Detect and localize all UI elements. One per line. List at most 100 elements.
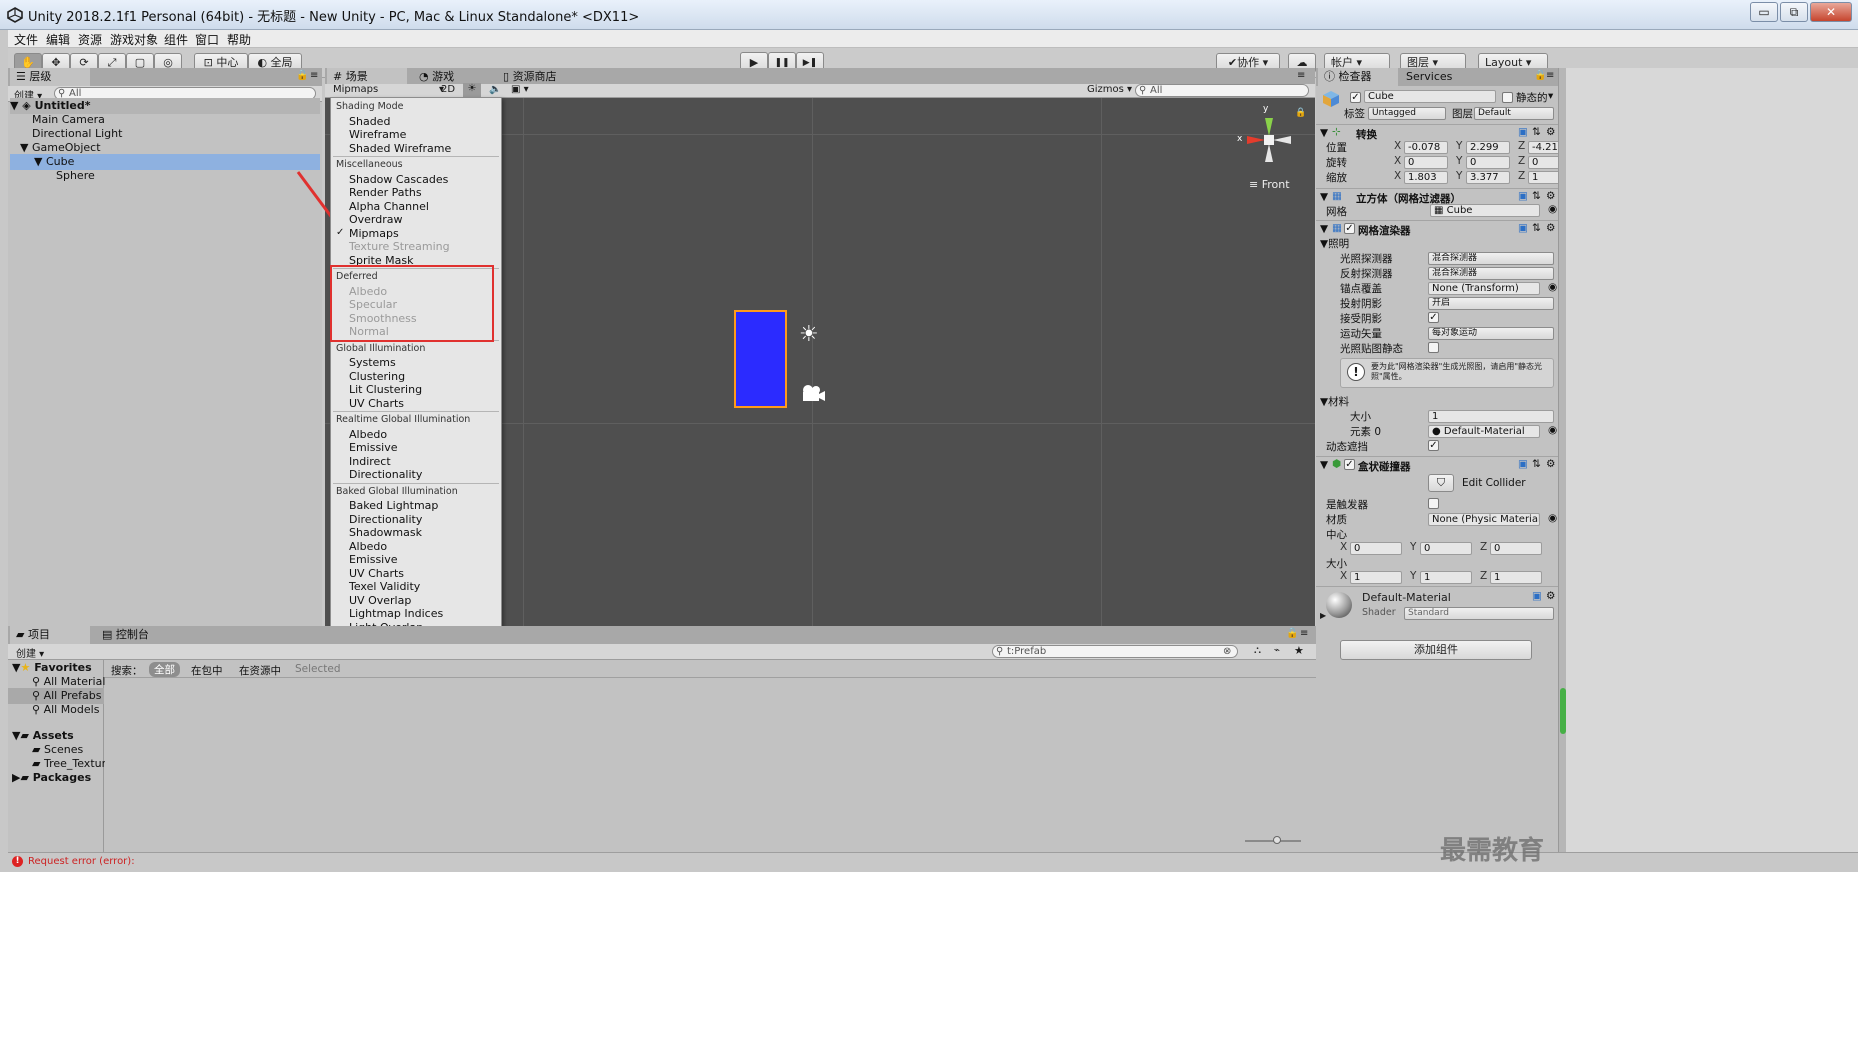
project-content[interactable]: 搜索： 全部 在包中 在资源中 Selected xyxy=(105,660,1316,852)
receive-shadows-checkbox[interactable]: ✓ xyxy=(1428,312,1439,323)
expand-arrow-icon[interactable]: ▶ xyxy=(1320,611,1326,620)
gear-icon[interactable]: ⚙ xyxy=(1546,190,1555,202)
physic-material-field[interactable]: None (Physic Material) xyxy=(1428,513,1540,526)
layer-dropdown[interactable]: Default xyxy=(1474,107,1554,120)
tab-console[interactable]: ▤ 控制台 xyxy=(96,626,166,644)
preset-icon[interactable]: ⇅ xyxy=(1532,190,1541,202)
menu-item-emissive[interactable]: Emissive xyxy=(349,553,398,566)
menu-item-shaded-wireframe[interactable]: Shaded Wireframe xyxy=(349,142,451,155)
is-trigger-checkbox[interactable] xyxy=(1428,498,1439,509)
object-picker-icon[interactable]: ◉ xyxy=(1548,424,1557,436)
lock-icon[interactable]: 🔒 xyxy=(1286,628,1298,639)
status-error-text[interactable]: Request error (error): xyxy=(28,856,135,867)
mesh-renderer-header[interactable]: ▼ ▦ ✓ 网格渲染器 ▣ ⇅ ⚙ xyxy=(1316,220,1558,237)
lighting-foldout[interactable]: ▼照明 xyxy=(1320,236,1349,251)
tab-inspector[interactable]: ⓘ 检查器 xyxy=(1318,68,1398,86)
position-y-field[interactable]: 2.299 xyxy=(1466,141,1510,154)
lock-icon[interactable]: 🔒 xyxy=(1534,70,1546,81)
collider-center-x-field[interactable]: 0 xyxy=(1350,542,1402,555)
scene-search[interactable]: ⚲ All xyxy=(1135,84,1309,97)
menu-item-shaded[interactable]: Shaded xyxy=(349,115,390,128)
menu-edit[interactable]: 编辑 xyxy=(46,31,70,48)
help-icon[interactable]: ▣ xyxy=(1518,126,1528,138)
scope-all[interactable]: 全部 xyxy=(149,662,180,677)
menu-item-albedo[interactable]: Albedo xyxy=(349,428,387,441)
favorite-star-icon[interactable]: ★ xyxy=(1294,644,1304,657)
scale-y-field[interactable]: 3.377 xyxy=(1466,171,1510,184)
panel-menu-icon[interactable]: ≡ xyxy=(1546,70,1554,81)
cube-object[interactable] xyxy=(734,310,787,408)
menu-item-texel-validity[interactable]: Texel Validity xyxy=(349,580,420,593)
box-collider-header[interactable]: ▼ ⬢ ✓ 盒状碰撞器 ▣ ⇅ ⚙ xyxy=(1316,456,1558,473)
scope-in-assets[interactable]: 在资源中 xyxy=(239,663,281,678)
help-icon[interactable]: ▣ xyxy=(1518,222,1528,234)
menu-help[interactable]: 帮助 xyxy=(227,31,251,48)
help-icon[interactable]: ▣ xyxy=(1518,458,1528,470)
menu-item-shadow-cascades[interactable]: Shadow Cascades xyxy=(349,173,448,186)
error-icon[interactable]: ! xyxy=(12,856,23,867)
menu-item-uv-overlap[interactable]: UV Overlap xyxy=(349,594,411,607)
menu-item-clustering[interactable]: Clustering xyxy=(349,370,405,383)
menu-window[interactable]: 窗口 xyxy=(195,31,219,48)
collider-center-y-field[interactable]: 0 xyxy=(1420,542,1472,555)
lock-icon[interactable]: 🔒 xyxy=(1295,108,1306,118)
object-name-field[interactable]: Cube xyxy=(1364,90,1496,103)
dropdown-arrow-icon[interactable]: ▾ xyxy=(1548,90,1553,102)
tab-hierarchy[interactable]: ☰ 层级 xyxy=(10,68,90,86)
toggle-2d-button[interactable]: 2D xyxy=(441,84,455,95)
camera-gizmo-icon[interactable] xyxy=(800,384,826,402)
menu-assets[interactable]: 资源 xyxy=(78,31,102,48)
fav-all-models[interactable]: ⚲ All Models xyxy=(32,702,99,718)
rotation-x-field[interactable]: 0 xyxy=(1404,156,1448,169)
preset-icon[interactable]: ⇅ xyxy=(1532,458,1541,470)
menu-item-emissive[interactable]: Emissive xyxy=(349,441,398,454)
mesh-filter-header[interactable]: ▼ ▦ 立方体（网格过滤器） ▣ ⇅ ⚙ xyxy=(1316,188,1558,205)
menu-gameobject[interactable]: 游戏对象 xyxy=(110,31,158,48)
mesh-field[interactable]: ▦ Cube xyxy=(1430,204,1540,217)
active-checkbox[interactable]: ✓ xyxy=(1350,92,1361,103)
menu-file[interactable]: 文件 xyxy=(14,31,38,48)
rotation-y-field[interactable]: 0 xyxy=(1466,156,1510,169)
cast-shadows-dropdown[interactable]: 开启 xyxy=(1428,297,1554,310)
orientation-gizmo[interactable] xyxy=(1235,106,1299,170)
menu-item-directionality[interactable]: Directionality xyxy=(349,468,422,481)
object-picker-icon[interactable]: ◉ xyxy=(1548,512,1557,524)
dynamic-occluded-checkbox[interactable]: ✓ xyxy=(1428,440,1439,451)
edit-collider-button[interactable]: ⛉ xyxy=(1428,474,1454,492)
gear-icon[interactable]: ⚙ xyxy=(1546,590,1555,602)
packages-folder[interactable]: ▶▰ Packages xyxy=(12,770,91,786)
position-x-field[interactable]: -0.078 xyxy=(1404,141,1448,154)
zoom-slider-thumb[interactable] xyxy=(1273,836,1281,844)
element0-field[interactable]: ● Default-Material xyxy=(1428,425,1540,438)
directional-light-gizmo-icon[interactable]: ☀ xyxy=(799,322,819,347)
menu-component[interactable]: 组件 xyxy=(164,31,188,48)
view-label[interactable]: ≡ Front xyxy=(1249,178,1290,191)
menu-item-wireframe[interactable]: Wireframe xyxy=(349,128,406,141)
menu-item-indirect[interactable]: Indirect xyxy=(349,455,391,468)
preset-icon[interactable]: ⇅ xyxy=(1532,126,1541,138)
effects-dropdown[interactable]: ▣ ▾ xyxy=(511,84,529,95)
menu-item-overdraw[interactable]: Overdraw xyxy=(349,213,403,226)
filter-label-icon[interactable]: ⌁ xyxy=(1274,645,1280,656)
menu-item-render-paths[interactable]: Render Paths xyxy=(349,186,422,199)
collider-size-x-field[interactable]: 1 xyxy=(1350,571,1402,584)
menu-item-alpha-channel[interactable]: Alpha Channel xyxy=(349,200,429,213)
box-collider-checkbox[interactable]: ✓ xyxy=(1344,459,1355,470)
inspector-scrollbar[interactable] xyxy=(1558,68,1566,852)
light-probes-dropdown[interactable]: 混合探测器 xyxy=(1428,252,1554,265)
materials-size-field[interactable]: 1 xyxy=(1428,410,1554,423)
materials-foldout[interactable]: ▼材料 xyxy=(1320,394,1349,409)
panel-menu-icon[interactable]: ≡ xyxy=(310,70,318,81)
gear-icon[interactable]: ⚙ xyxy=(1546,458,1555,470)
shader-dropdown[interactable]: Standard xyxy=(1404,607,1554,620)
gear-icon[interactable]: ⚙ xyxy=(1546,222,1555,234)
menu-item-shadowmask[interactable]: Shadowmask xyxy=(349,526,422,539)
draw-mode-dropdown[interactable]: Mipmaps xyxy=(333,84,378,95)
help-icon[interactable]: ▣ xyxy=(1518,190,1528,202)
lock-icon[interactable]: 🔒 xyxy=(296,70,308,81)
tab-project[interactable]: ▰ 项目 xyxy=(10,626,90,644)
gizmos-dropdown[interactable]: Gizmos ▾ xyxy=(1087,84,1132,95)
panel-menu-icon[interactable]: ≡ xyxy=(1300,628,1308,639)
menu-item-mipmaps[interactable]: Mipmaps xyxy=(349,227,399,240)
menu-item-directionality[interactable]: Directionality xyxy=(349,513,422,526)
